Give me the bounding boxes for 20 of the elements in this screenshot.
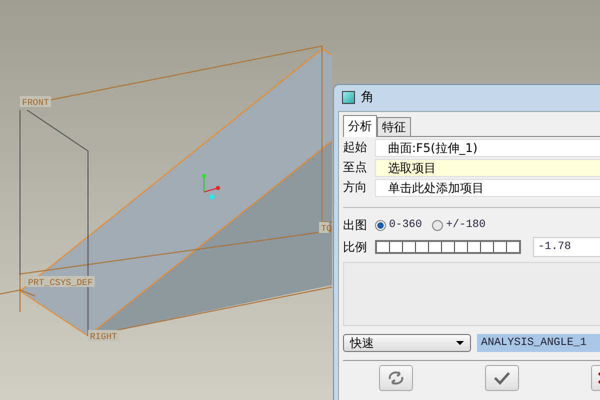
dialog-tab[interactable]: 特征 — [377, 117, 411, 136]
field-label: 比例 — [343, 238, 368, 256]
selection-field[interactable]: 选取项目 — [375, 158, 600, 176]
radio-label: 0-360 — [389, 219, 422, 231]
selection-field[interactable]: 单击此处添加项目 — [375, 178, 600, 196]
datum-label: FRONT — [20, 96, 51, 108]
datum-label: TO — [319, 222, 332, 234]
quality-dropdown[interactable]: 快速 — [343, 334, 471, 352]
field-label: 起始 — [343, 139, 368, 156]
name-field[interactable]: ANALYSIS_ANGLE_1 — [477, 334, 600, 352]
field-label: 至点 — [343, 159, 368, 176]
radio-label: +/-180 — [446, 219, 486, 231]
dialog-tab[interactable]: 分析 — [343, 115, 377, 137]
datum-label: PRT_CSYS_DEF — [26, 276, 95, 288]
selection-field[interactable]: 曲面:F5(拉伸_1) — [375, 138, 600, 156]
field-label: 出图 — [343, 216, 368, 234]
field-label: 方向 — [343, 179, 368, 196]
window-title: 角 — [361, 89, 374, 106]
scale-value-field[interactable]: -1.78 — [533, 237, 600, 257]
datum-label: RIGHT — [88, 330, 119, 342]
